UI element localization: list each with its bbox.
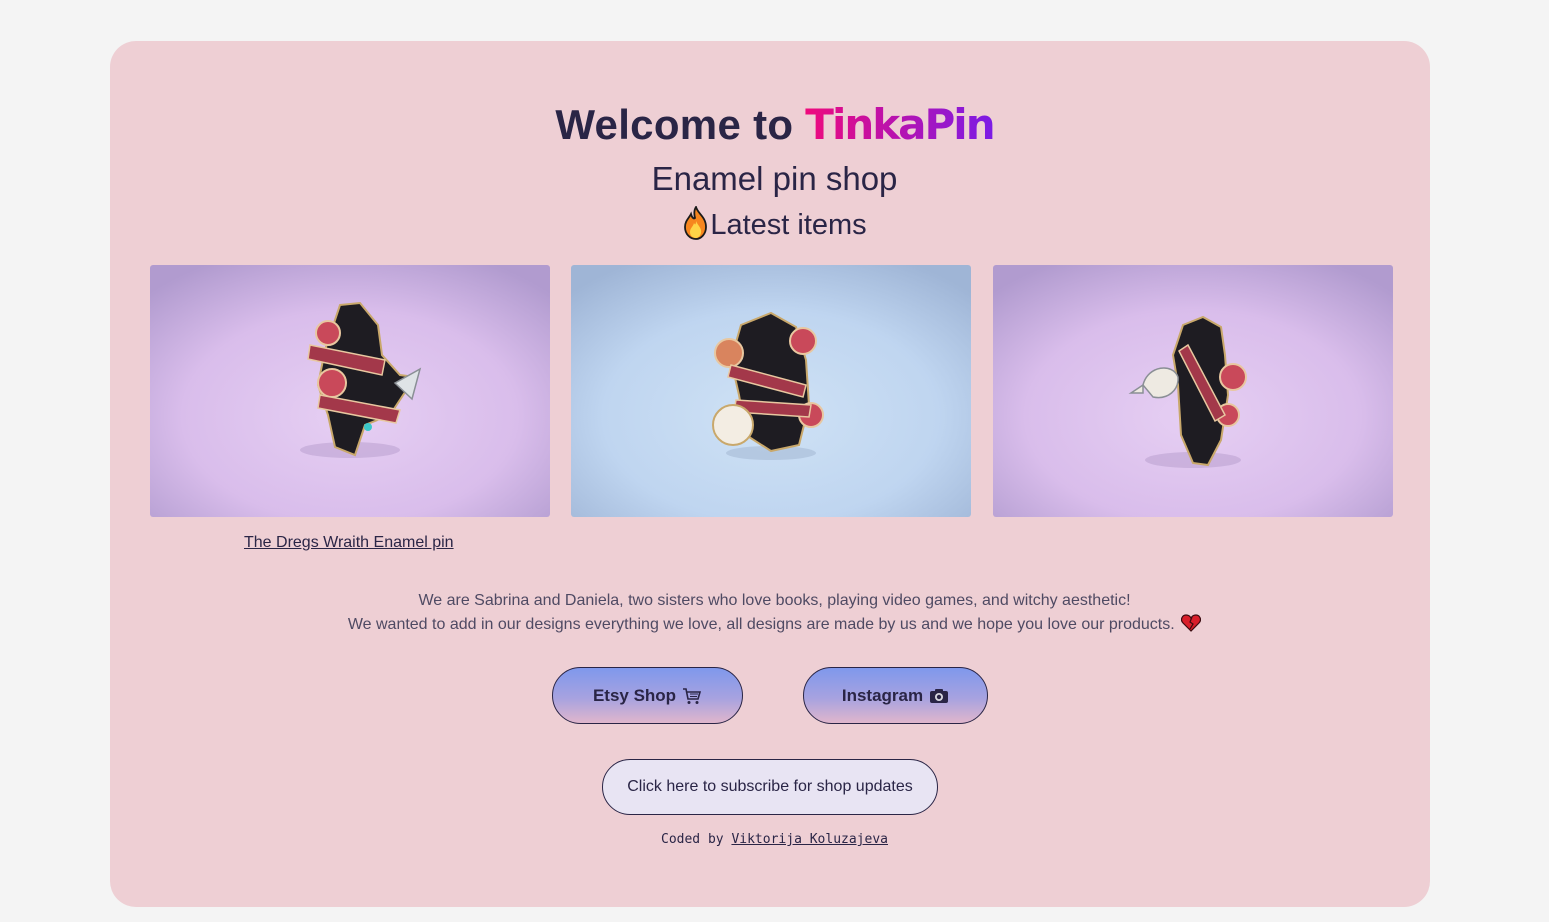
pin-image-3[interactable] — [993, 265, 1393, 517]
shopping-cart-icon — [682, 687, 702, 705]
subscribe-button[interactable]: Click here to subscribe for shop updates — [602, 759, 938, 815]
brand-name: TinkaPin — [805, 100, 995, 149]
camera-icon — [929, 687, 949, 705]
about-line-2: We wanted to add in our designs everythi… — [347, 616, 1175, 633]
page-title: Welcome to TinkaPin — [0, 100, 1549, 149]
about-line-2-wrap: We wanted to add in our designs everythi… — [0, 613, 1549, 637]
pin-image-1[interactable] — [150, 265, 550, 517]
pin-image-2[interactable] — [571, 265, 971, 517]
latest-items-heading: Latest items — [0, 204, 1549, 242]
welcome-text: Welcome to — [555, 101, 806, 148]
footer-credit: Coded by Viktorija Koluzajeva — [0, 832, 1549, 847]
heart-icon — [1181, 614, 1202, 632]
instagram-button[interactable]: Instagram — [803, 667, 988, 724]
pin-caption-link[interactable]: The Dregs Wraith Enamel pin — [244, 534, 454, 552]
about-text: We are Sabrina and Daniela, two sisters … — [0, 589, 1549, 637]
about-line-1: We are Sabrina and Daniela, two sisters … — [418, 592, 1131, 609]
fire-icon — [682, 204, 710, 240]
etsy-shop-button[interactable]: Etsy Shop — [552, 667, 743, 724]
etsy-shop-label: Etsy Shop — [592, 685, 677, 705]
instagram-label: Instagram — [841, 685, 924, 705]
page-subtitle: Enamel pin shop — [651, 160, 898, 197]
footer-prefix: Coded by — [661, 832, 724, 847]
latest-items-label: Latest items — [710, 209, 867, 241]
author-link[interactable]: Viktorija Koluzajeva — [731, 832, 888, 847]
